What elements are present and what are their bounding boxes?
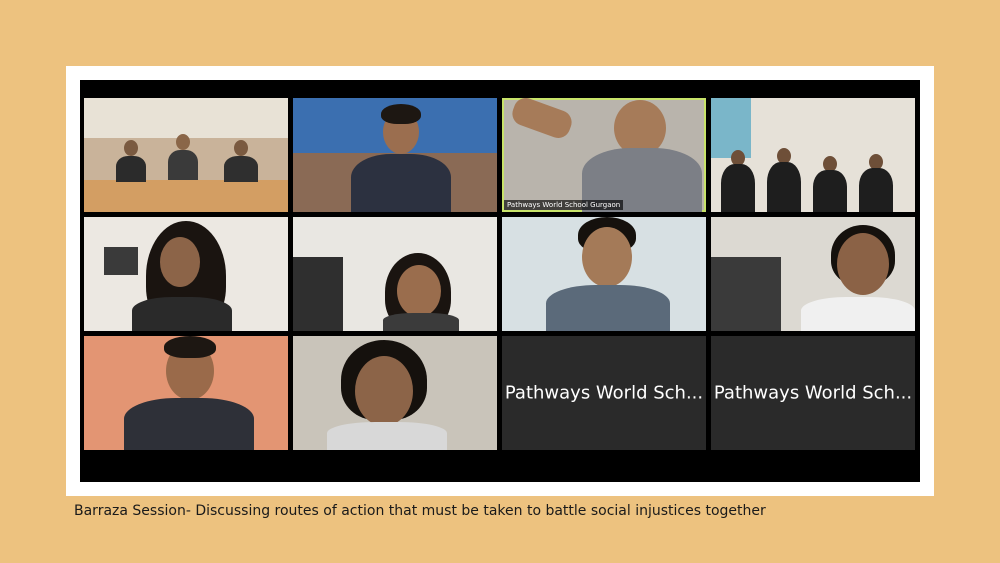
photo-caption: Barraza Session- Discussing routes of ac…	[74, 503, 766, 519]
video-tile-participant-orange-room[interactable]	[84, 336, 288, 450]
video-tile-participant-campus-bg[interactable]	[293, 98, 497, 212]
video-tile-camera-off-1[interactable]: Pathways World Sch...	[502, 336, 706, 450]
video-tile-participant-headset[interactable]	[711, 217, 915, 331]
video-tile-participant-long-hair[interactable]	[84, 217, 288, 331]
video-tile-participant-headphones[interactable]	[502, 217, 706, 331]
video-tile-participant-glasses[interactable]	[293, 217, 497, 331]
video-tile-classroom-row[interactable]	[711, 98, 915, 212]
participant-name-placeholder: Pathways World Sch...	[713, 382, 913, 404]
participant-name-label: Pathways World School Gurgaon	[504, 200, 624, 210]
video-tile-classroom-group[interactable]	[84, 98, 288, 212]
video-call-window: Pathways World School Gurgaon Pathways W…	[80, 80, 920, 482]
video-tile-active-speaker[interactable]: Pathways World School Gurgaon	[502, 98, 706, 212]
participant-name-placeholder: Pathways World Sch...	[504, 382, 704, 404]
video-tile-camera-off-2[interactable]: Pathways World Sch...	[711, 336, 915, 450]
video-tile-participant-hands-face[interactable]	[293, 336, 497, 450]
